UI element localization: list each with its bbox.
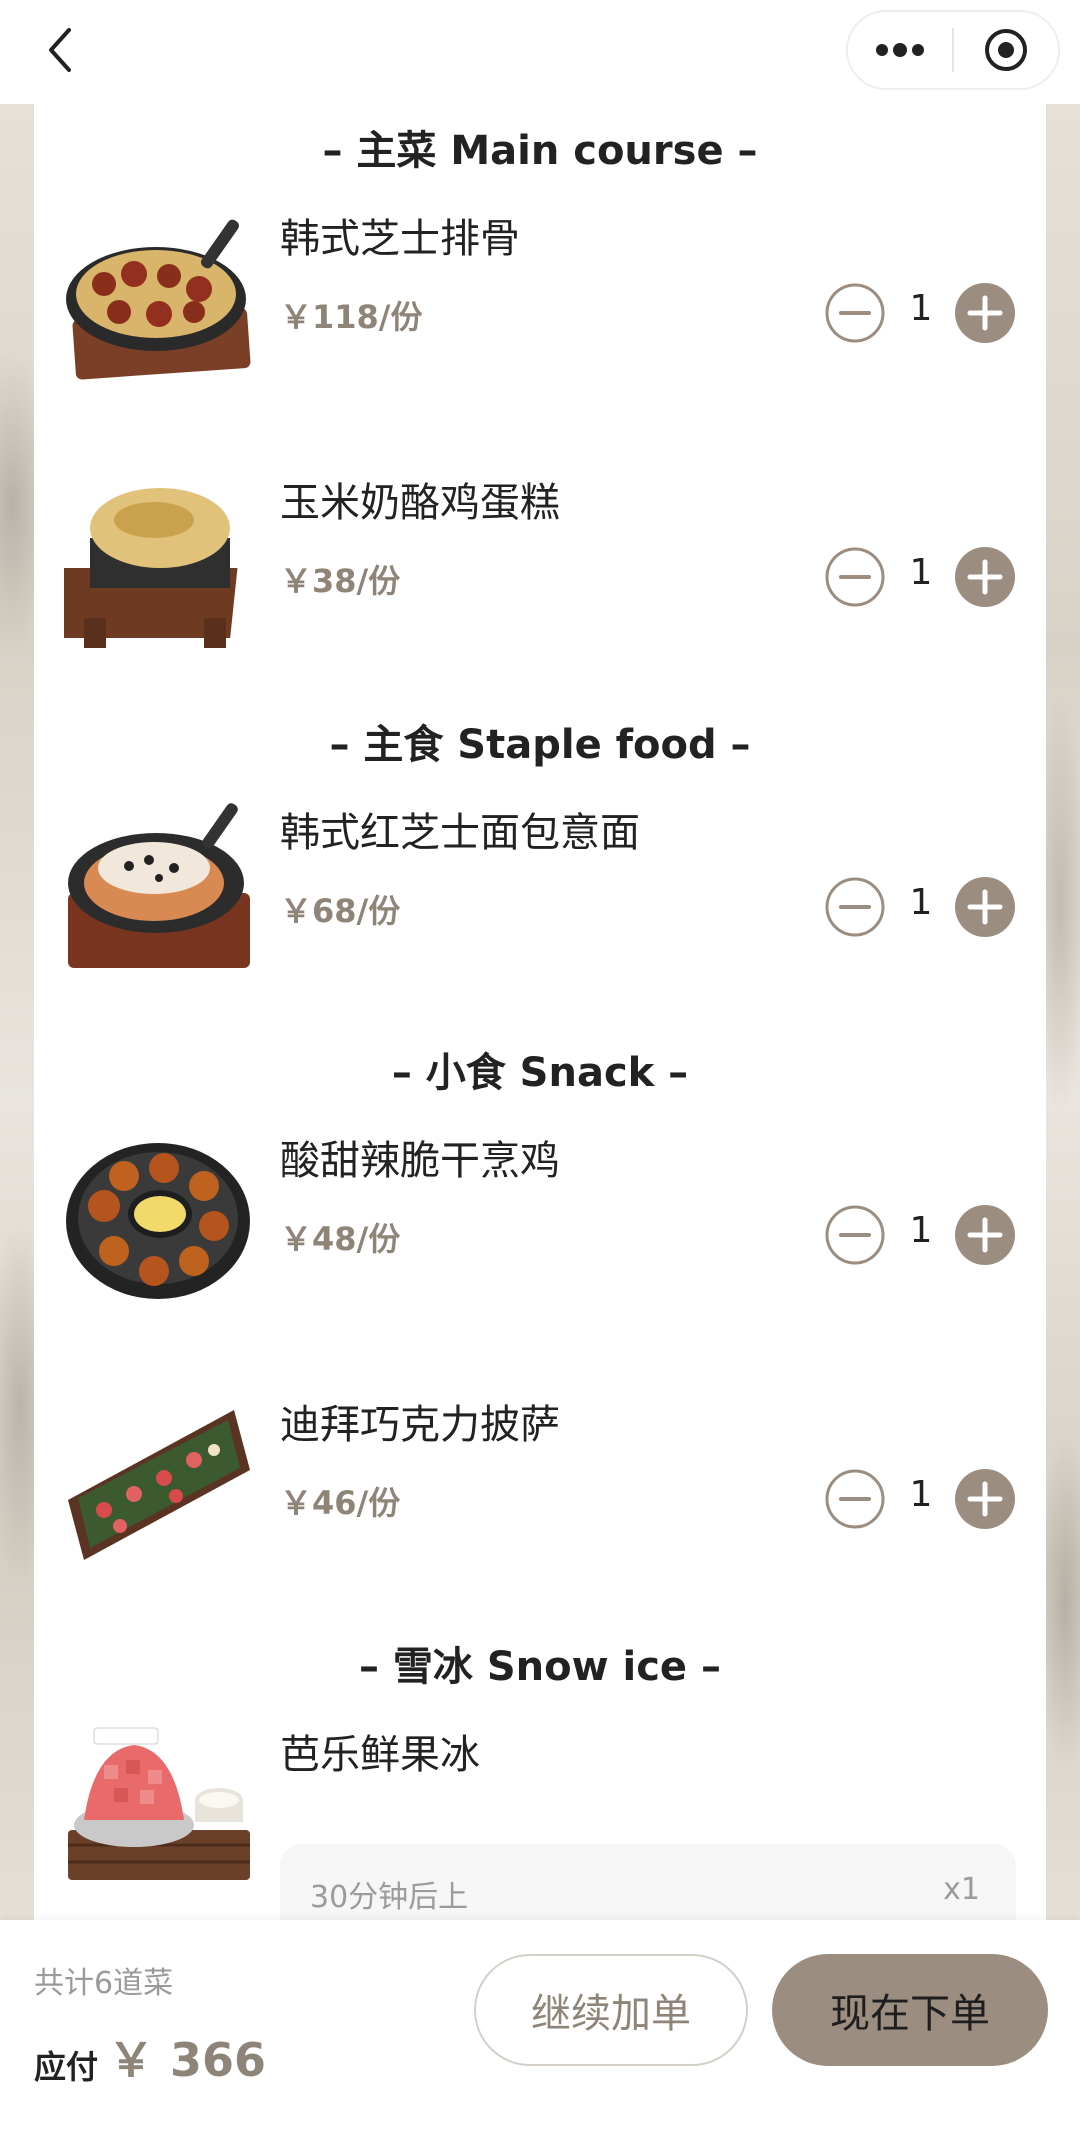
minus-button[interactable] bbox=[824, 546, 886, 608]
dish-item: 迪拜巧克力披萨 ￥46/份 1 bbox=[34, 1390, 1046, 1590]
place-order-button[interactable]: 现在下单 bbox=[772, 1954, 1048, 2066]
continue-ordering-button[interactable]: 继续加单 bbox=[474, 1954, 748, 2066]
quantity-stepper: 1 bbox=[824, 1204, 1016, 1266]
dish-name: 迪拜巧克力披萨 bbox=[280, 1402, 560, 1448]
dish-price: ￥118/份 bbox=[280, 298, 423, 336]
dish-item: 韩式芝士排骨 ￥118/份 1 bbox=[34, 204, 1046, 404]
note-quantity: x1 bbox=[943, 1872, 980, 1907]
dish-name: 韩式红芝士面包意面 bbox=[280, 810, 640, 856]
quantity-stepper: 1 bbox=[824, 1468, 1016, 1530]
plus-button[interactable] bbox=[954, 876, 1016, 938]
quantity-value: 1 bbox=[909, 552, 933, 593]
plus-button[interactable] bbox=[954, 546, 1016, 608]
dish-photo-dubai-chocolate-pizza bbox=[68, 1410, 250, 1560]
dish-item: 玉米奶酪鸡蛋糕 ￥38/份 1 bbox=[34, 468, 1046, 668]
serving-time-note: 30分钟后上 bbox=[310, 1880, 469, 1915]
quantity-stepper: 1 bbox=[824, 546, 1016, 608]
dish-count: 共计6道菜 bbox=[34, 1966, 174, 2001]
order-list: – 主菜 Main course – 韩式芝士排骨 ￥118/份 1 玉米奶酪鸡… bbox=[34, 104, 1046, 1920]
quantity-value: 1 bbox=[909, 1474, 933, 1515]
quantity-value: 1 bbox=[909, 1210, 933, 1251]
plus-button[interactable] bbox=[954, 282, 1016, 344]
chevron-left-icon bbox=[49, 28, 71, 72]
dish-price: ￥46/份 bbox=[280, 1484, 401, 1522]
dish-photo-corn-cheese-egg-cake bbox=[64, 488, 238, 648]
close-button[interactable] bbox=[954, 12, 1058, 88]
dish-photo-guava-fruit-ice bbox=[68, 1727, 250, 1880]
back-button[interactable] bbox=[30, 20, 90, 80]
plus-button[interactable] bbox=[954, 1204, 1016, 1266]
amount-due-label: 应付 bbox=[34, 2048, 99, 2086]
minus-button[interactable] bbox=[824, 282, 886, 344]
target-circle-icon bbox=[984, 29, 1027, 71]
dish-price: ￥48/份 bbox=[280, 1220, 401, 1258]
dish-photo-cheese-ribs bbox=[66, 219, 251, 380]
section-title-snack: – 小食 Snack – bbox=[391, 1050, 689, 1096]
quantity-value: 1 bbox=[909, 288, 933, 329]
dish-name: 酸甜辣脆干烹鸡 bbox=[280, 1138, 560, 1184]
more-button[interactable] bbox=[848, 12, 952, 88]
mini-program-capsule bbox=[846, 10, 1060, 90]
checkout-bar: 共计6道菜 应付 ￥ 366 继续加单 现在下单 bbox=[0, 1920, 1080, 2140]
dish-name: 芭乐鲜果冰 bbox=[280, 1732, 480, 1778]
more-dots-icon bbox=[876, 43, 924, 57]
quantity-stepper: 1 bbox=[824, 282, 1016, 344]
dish-photo-red-cheese-bread-pasta bbox=[68, 803, 250, 968]
dish-price: ￥68/份 bbox=[280, 892, 401, 930]
plus-button[interactable] bbox=[954, 1468, 1016, 1530]
serving-note: 30分钟后上 x1 bbox=[280, 1844, 1016, 1920]
section-title-main-course: – 主菜 Main course – bbox=[322, 128, 758, 174]
quantity-stepper: 1 bbox=[824, 876, 1016, 938]
dish-price: ￥38/份 bbox=[280, 562, 401, 600]
dish-photo-sweet-spicy-chicken bbox=[66, 1143, 250, 1299]
minus-button[interactable] bbox=[824, 1204, 886, 1266]
section-title-staple-food: – 主食 Staple food – bbox=[329, 722, 751, 768]
dish-item: 酸甜辣脆干烹鸡 ￥48/份 1 bbox=[34, 1126, 1046, 1326]
dish-item: 韩式红芝士面包意面 ￥68/份 1 bbox=[34, 798, 1046, 998]
section-title-snow-ice: – 雪冰 Snow ice – bbox=[359, 1644, 721, 1690]
dish-name: 韩式芝士排骨 bbox=[280, 216, 520, 262]
minus-button[interactable] bbox=[824, 876, 886, 938]
quantity-value: 1 bbox=[909, 882, 933, 923]
amount-due-value: ￥ 366 bbox=[108, 2033, 267, 2087]
top-navigation-bar bbox=[0, 0, 1080, 104]
dish-name: 玉米奶酪鸡蛋糕 bbox=[280, 480, 560, 526]
minus-button[interactable] bbox=[824, 1468, 886, 1530]
